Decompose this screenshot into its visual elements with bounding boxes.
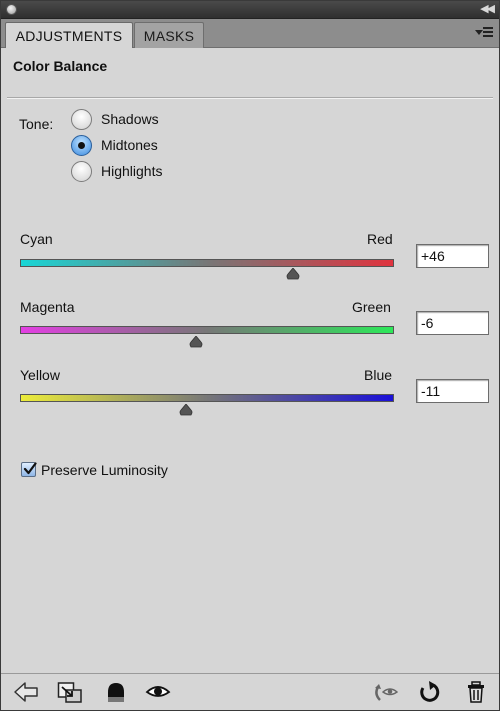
green-label: Green [352, 299, 391, 315]
tab-masks[interactable]: MASKS [134, 22, 204, 48]
eye-icon[interactable] [145, 680, 171, 704]
panel-menu-icon[interactable] [475, 25, 493, 41]
bottom-toolbar [1, 673, 499, 710]
tab-adjustments[interactable]: ADJUSTMENTS [5, 22, 133, 48]
radio-button[interactable] [71, 135, 92, 156]
cyan-red-thumb[interactable] [286, 268, 300, 280]
collapse-icon[interactable]: ◀◀ [480, 3, 495, 16]
preserve-luminosity-label[interactable]: Preserve Luminosity [41, 462, 168, 478]
yellow-blue-thumb[interactable] [179, 404, 193, 416]
adjustment-title: Color Balance [13, 58, 108, 74]
back-arrow-icon[interactable] [13, 680, 39, 704]
radio-shadows[interactable]: Shadows [71, 109, 211, 131]
magenta-green-thumb[interactable] [189, 336, 203, 348]
yellow-blue-track[interactable] [20, 394, 394, 402]
blue-label: Blue [364, 367, 393, 383]
adjustments-panel: ◀◀ ADJUSTMENTS MASKS Color Balance Tone:… [0, 0, 500, 711]
radio-label: Shadows [101, 111, 159, 127]
trash-icon[interactable] [463, 680, 489, 704]
radio-button[interactable] [71, 161, 92, 182]
layer-visibility-mask-icon[interactable] [103, 680, 129, 704]
cyan-red-value-field[interactable]: +46 [416, 244, 489, 268]
magenta-label: Magenta [20, 299, 75, 315]
red-label: Red [367, 231, 393, 247]
divider [7, 97, 493, 99]
cyan-label: Cyan [20, 231, 53, 247]
reset-icon[interactable] [417, 680, 443, 704]
checkmark-icon [23, 462, 37, 475]
yellow-label: Yellow [20, 367, 60, 383]
radio-midtones[interactable]: Midtones [71, 135, 211, 157]
magenta-green-value-field[interactable]: -6 [416, 311, 489, 335]
clip-to-layer-icon[interactable] [57, 680, 83, 704]
radio-highlights[interactable]: Highlights [71, 161, 211, 183]
tab-bar: ADJUSTMENTS MASKS [1, 19, 499, 48]
radio-label: Highlights [101, 163, 163, 179]
tone-label: Tone: [19, 116, 54, 132]
yellow-blue-value-field[interactable]: -11 [416, 379, 489, 403]
panel-title-bar: ◀◀ [1, 1, 499, 19]
close-panel-button[interactable] [6, 4, 17, 15]
preserve-luminosity-checkbox[interactable] [21, 462, 37, 477]
magenta-green-track[interactable] [20, 326, 394, 334]
radio-label: Midtones [101, 137, 158, 153]
cyan-red-track[interactable] [20, 259, 394, 267]
view-previous-icon[interactable] [372, 680, 398, 704]
radio-button[interactable] [71, 109, 92, 130]
